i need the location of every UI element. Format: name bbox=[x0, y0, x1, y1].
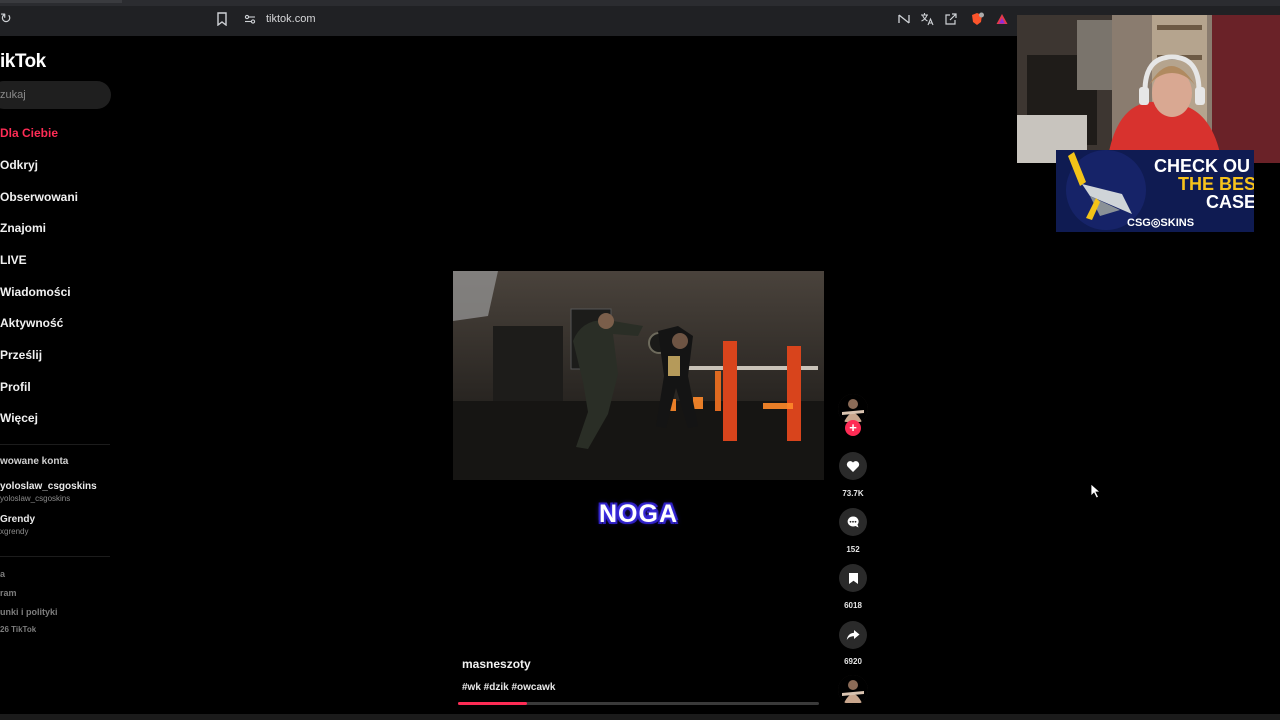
share-count: 6920 bbox=[844, 657, 862, 666]
followed-account-handle: yoloslaw_csgoskins bbox=[0, 494, 71, 503]
like-button[interactable] bbox=[839, 452, 867, 480]
brave-shields-icon[interactable] bbox=[970, 12, 984, 26]
brave-rewards-icon[interactable] bbox=[995, 12, 1009, 26]
sidebar-divider bbox=[0, 556, 110, 557]
followed-account-name[interactable]: Grendy bbox=[0, 514, 35, 525]
comment-count: 152 bbox=[846, 545, 860, 554]
search-input[interactable]: zukaj bbox=[0, 81, 111, 109]
footer-link[interactable]: a bbox=[0, 569, 5, 579]
copyright-text: 26 TikTok bbox=[0, 625, 37, 634]
mouse-cursor-icon bbox=[1090, 483, 1102, 499]
video-progress-bar[interactable] bbox=[458, 702, 819, 705]
tiktok-logo[interactable]: ikTok bbox=[0, 51, 46, 73]
share-arrow-icon bbox=[846, 630, 860, 640]
heart-icon bbox=[846, 460, 860, 472]
video-frame-image bbox=[453, 271, 824, 480]
search-placeholder: zukaj bbox=[0, 89, 26, 101]
like-count: 73.7K bbox=[842, 489, 864, 498]
nav-item-friends[interactable]: Znajomi bbox=[0, 221, 46, 235]
webcam-overlay bbox=[1017, 15, 1280, 163]
sound-disc-image bbox=[838, 675, 868, 705]
reader-mode-icon[interactable] bbox=[897, 12, 911, 26]
bookmark-icon[interactable] bbox=[216, 12, 228, 26]
sponsor-banner: CHECK OU THE BES CASE CSG◎SKINS bbox=[1056, 150, 1254, 232]
follow-plus-icon[interactable]: + bbox=[845, 420, 861, 436]
window-bottom-edge bbox=[0, 714, 1280, 720]
footer-link[interactable]: unki i polityki bbox=[0, 607, 58, 617]
nav-item-explore[interactable]: Odkryj bbox=[0, 158, 38, 172]
comment-icon bbox=[847, 516, 859, 528]
video-caption-overlay: NOGA bbox=[599, 500, 678, 528]
nav-item-activity[interactable]: Aktywność bbox=[0, 316, 63, 330]
nav-item-more[interactable]: Więcej bbox=[0, 411, 38, 425]
save-count: 6018 bbox=[844, 601, 862, 610]
followed-account-name[interactable]: yoloslaw_csgoskins bbox=[0, 481, 97, 492]
bookmark-icon bbox=[848, 572, 858, 584]
site-settings-icon[interactable] bbox=[244, 13, 256, 25]
translate-icon[interactable] bbox=[920, 12, 934, 26]
ad-headline: CASE bbox=[1206, 192, 1254, 212]
nav-item-messages[interactable]: Wiadomości bbox=[0, 285, 71, 299]
followed-accounts-title: wowane konta bbox=[0, 456, 69, 467]
share-button[interactable] bbox=[839, 621, 867, 649]
video-player[interactable] bbox=[453, 271, 824, 480]
comment-button[interactable] bbox=[839, 508, 867, 536]
video-progress-fill bbox=[458, 702, 527, 705]
save-button[interactable] bbox=[839, 564, 867, 592]
sound-avatar[interactable] bbox=[838, 675, 868, 705]
followed-account-handle: xgrendy bbox=[0, 527, 29, 536]
ad-brand: CSG◎SKINS bbox=[1127, 217, 1195, 229]
video-author[interactable]: masneszoty bbox=[462, 657, 531, 671]
nav-item-profile[interactable]: Profil bbox=[0, 380, 31, 394]
nav-item-upload[interactable]: Prześlij bbox=[0, 348, 42, 362]
video-hashtags[interactable]: #wk #dzik #owcawk bbox=[462, 682, 555, 693]
reload-icon[interactable]: ↻ bbox=[0, 11, 14, 25]
webcam-image bbox=[1017, 15, 1280, 163]
nav-item-for-you[interactable]: Dla Ciebie bbox=[0, 126, 58, 140]
nav-item-live[interactable]: LIVE bbox=[0, 253, 27, 267]
address-bar[interactable]: tiktok.com bbox=[266, 13, 316, 25]
nav-item-following[interactable]: Obserwowani bbox=[0, 190, 78, 204]
share-page-icon[interactable] bbox=[944, 12, 958, 26]
sidebar-divider bbox=[0, 444, 110, 445]
active-tab-indicator[interactable] bbox=[0, 0, 122, 3]
footer-link[interactable]: ram bbox=[0, 588, 17, 598]
tab-strip bbox=[0, 0, 1280, 6]
